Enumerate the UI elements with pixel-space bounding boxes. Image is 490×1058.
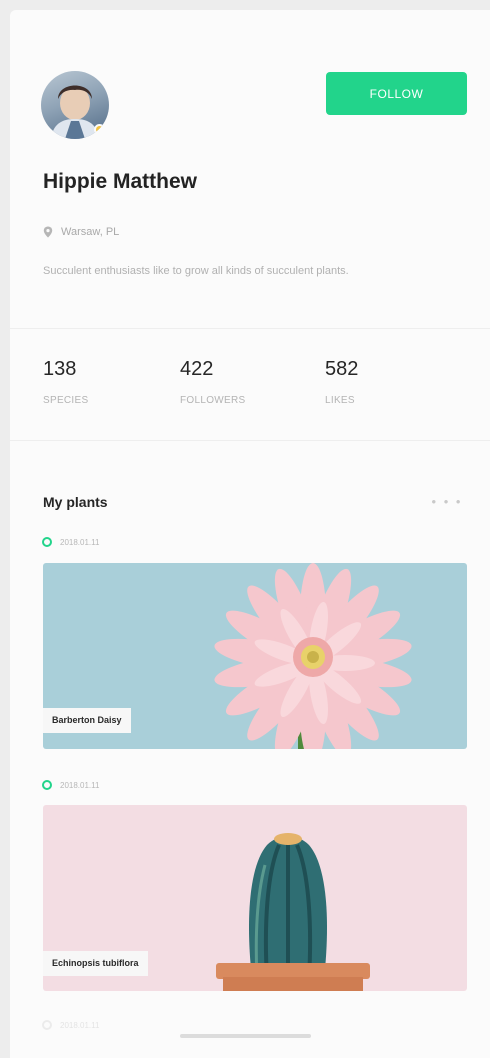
stat-species[interactable]: 138 SPECIES bbox=[43, 358, 88, 406]
stat-value: 582 bbox=[325, 358, 359, 380]
stat-label: LIKES bbox=[325, 395, 355, 406]
plant-date: 2018.01.11 bbox=[42, 780, 99, 790]
avatar[interactable] bbox=[41, 71, 109, 139]
plant-name-label: Barberton Daisy bbox=[43, 708, 131, 733]
timeline-dot-icon bbox=[42, 780, 52, 790]
location-pin-icon bbox=[43, 226, 53, 238]
plant-date: 2018.01.11 bbox=[42, 1020, 99, 1030]
stat-value: 422 bbox=[180, 358, 214, 380]
divider bbox=[10, 440, 490, 441]
profile-bio: Succulent enthusiasts like to grow all k… bbox=[43, 265, 349, 277]
timeline-dot-icon bbox=[42, 1020, 52, 1030]
stat-followers[interactable]: 422 FOLLOWERS bbox=[180, 358, 246, 406]
stat-likes[interactable]: 582 LIKES bbox=[325, 358, 358, 406]
plant-date-text: 2018.01.11 bbox=[60, 780, 100, 790]
more-dots-icon[interactable]: • • • bbox=[425, 490, 469, 512]
plant-name-label: Echinopsis tubiflora bbox=[43, 951, 148, 976]
divider bbox=[10, 328, 490, 329]
profile-name: Hippie Matthew bbox=[43, 170, 198, 193]
plant-date-text: 2018.01.11 bbox=[60, 1020, 100, 1030]
stat-label: FOLLOWERS bbox=[180, 395, 246, 406]
section-title: My plants bbox=[43, 494, 108, 510]
stat-value: 138 bbox=[43, 358, 77, 380]
plant-date: 2018.01.11 bbox=[42, 537, 99, 547]
location-text: Warsaw, PL bbox=[61, 226, 120, 238]
profile-screen: FOLLOW Hippie Matthew Warsaw, PL Succule… bbox=[10, 10, 490, 1058]
plant-date-text: 2018.01.11 bbox=[60, 537, 100, 547]
home-indicator[interactable] bbox=[180, 1034, 311, 1038]
plant-card-barberton-daisy[interactable]: Barberton Daisy bbox=[43, 563, 467, 749]
follow-button[interactable]: FOLLOW bbox=[326, 72, 467, 115]
stat-label: SPECIES bbox=[43, 395, 89, 406]
timeline-dot-icon bbox=[42, 537, 52, 547]
status-dot bbox=[94, 124, 105, 135]
plant-card-echinopsis-tubiflora[interactable]: Echinopsis tubiflora bbox=[43, 805, 467, 991]
location: Warsaw, PL bbox=[43, 226, 119, 238]
